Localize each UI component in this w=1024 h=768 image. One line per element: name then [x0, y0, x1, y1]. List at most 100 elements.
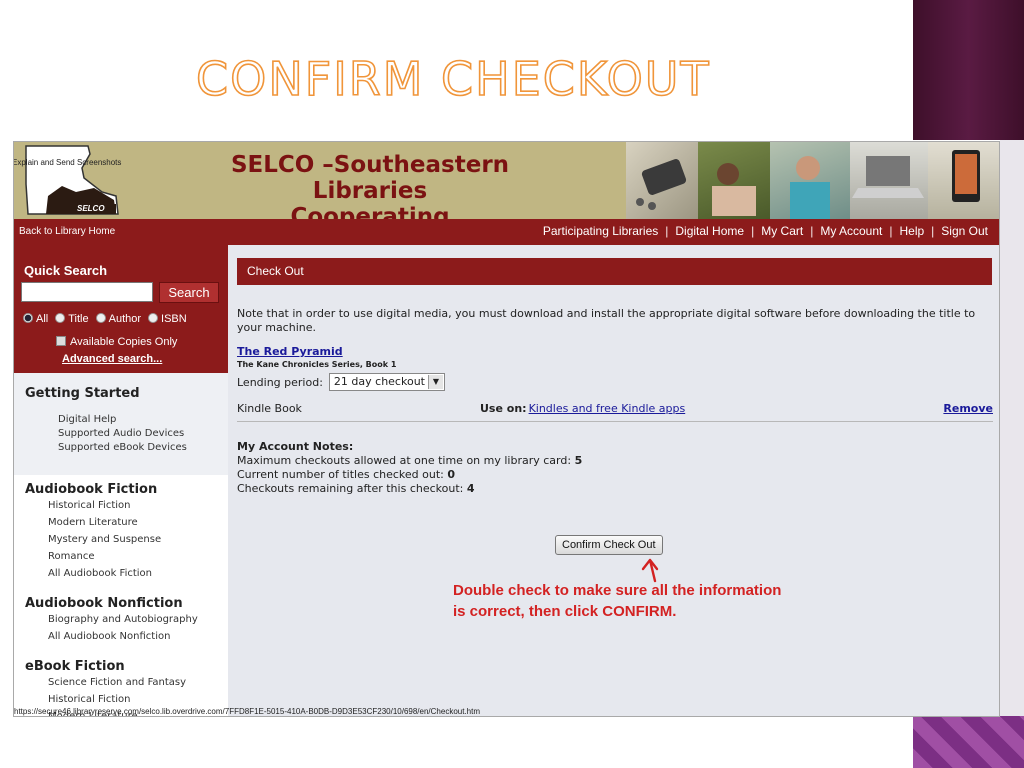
minnesota-map-logo — [25, 145, 119, 215]
chevron-down-icon: ▼ — [427, 375, 443, 389]
account-notes: My Account Notes: Maximum checkouts allo… — [237, 440, 582, 496]
audiobook-nonfiction-heading: Audiobook Nonfiction — [25, 596, 183, 611]
quick-search-panel: Quick Search Search All Title Author ISB… — [14, 245, 228, 373]
site-banner: Explain and Send Screenshots SELCO SELCO… — [14, 142, 999, 230]
sidebar-item-all-audiobook-fiction[interactable]: All Audiobook Fiction — [48, 565, 161, 582]
radio-selected-icon — [23, 313, 33, 323]
kindle-apps-link[interactable]: Kindles and free Kindle apps — [529, 402, 686, 415]
search-type-radios: All Title Author ISBN — [23, 313, 187, 325]
ereader-image — [928, 142, 999, 219]
use-on: Use on: Kindles and free Kindle apps — [480, 402, 685, 415]
slide-decoration-side — [1000, 140, 1024, 717]
audiobook-nonfiction-list: Biography and Autobiography All Audioboo… — [48, 611, 198, 645]
callout-line-1: Double check to make sure all the inform… — [453, 582, 782, 599]
boy-headphones-image — [770, 142, 850, 219]
remove-link[interactable]: Remove — [943, 402, 993, 415]
lending-period-select[interactable]: 21 day checkout ▼ — [328, 373, 445, 391]
getting-started-heading: Getting Started — [25, 386, 140, 401]
nav-participating-libraries[interactable]: Participating Libraries — [536, 224, 665, 238]
nav-sign-out[interactable]: Sign Out — [934, 224, 995, 238]
current-checkouts-label: Current number of titles checked out: — [237, 468, 448, 481]
checkbox-icon — [56, 336, 66, 346]
format-row: Kindle Book Use on: Kindles and free Kind… — [237, 399, 993, 422]
lending-period-row: Lending period: 21 day checkout ▼ — [237, 373, 445, 391]
slide-title: CONFIRM CHECKOUT — [195, 51, 711, 107]
getting-started-list: Digital Help Supported Audio Devices Sup… — [58, 413, 187, 455]
sidebar-item-historical-fiction[interactable]: Historical Fiction — [48, 497, 161, 514]
laptop-image — [850, 142, 928, 219]
top-navigation-bar: Back to Library Home Participating Libra… — [14, 219, 999, 245]
media-player-image — [626, 142, 698, 219]
audiobook-fiction-list: Historical Fiction Modern Literature Mys… — [48, 497, 161, 582]
radio-isbn[interactable]: ISBN — [148, 313, 187, 325]
slide-decoration-top — [913, 0, 1024, 140]
quick-search-button[interactable]: Search — [159, 282, 219, 303]
max-checkouts-line: Maximum checkouts allowed at one time on… — [237, 454, 582, 468]
max-checkouts-value: 5 — [574, 454, 583, 467]
sidebar-item-audio-devices[interactable]: Supported Audio Devices — [58, 427, 187, 441]
radio-author-label: Author — [108, 313, 142, 325]
sidebar-item-ebook-devices[interactable]: Supported eBook Devices — [58, 441, 187, 455]
current-checkouts-value: 0 — [447, 468, 456, 481]
nav-my-account[interactable]: My Account — [813, 224, 889, 238]
remaining-checkouts-value: 4 — [466, 482, 475, 495]
sidebar-item-modern-literature[interactable]: Modern Literature — [48, 514, 161, 531]
max-checkouts-label: Maximum checkouts allowed at one time on… — [237, 454, 575, 467]
available-copies-label: Available Copies Only — [70, 336, 178, 348]
lending-period-label: Lending period: — [237, 375, 323, 389]
checkout-main: Check Out Note that in order to use digi… — [228, 245, 999, 716]
radio-author[interactable]: Author — [95, 313, 142, 325]
browser-status-url: https://secure46.libraryreserve.com/selc… — [14, 707, 480, 716]
girl-reading-image — [698, 142, 770, 219]
radio-all-label: All — [36, 313, 49, 325]
callout-line-2: is correct, then click CONFIRM. — [453, 603, 677, 620]
quick-search-title: Quick Search — [24, 263, 108, 278]
nav-my-cart[interactable]: My Cart — [754, 224, 810, 238]
radio-title[interactable]: Title — [55, 313, 89, 325]
nav-help[interactable]: Help — [892, 224, 931, 238]
audiobook-fiction-heading: Audiobook Fiction — [25, 482, 158, 497]
radio-icon — [95, 313, 106, 323]
radio-title-label: Title — [68, 313, 89, 325]
format-name: Kindle Book — [237, 402, 302, 415]
nav-separator: | — [751, 224, 755, 238]
use-on-label: Use on: — [480, 402, 527, 415]
sidebar-item-biography[interactable]: Biography and Autobiography — [48, 611, 198, 628]
radio-icon — [148, 313, 159, 323]
book-title-link[interactable]: The Red Pyramid — [237, 345, 343, 358]
sidebar-item-digital-help[interactable]: Digital Help — [58, 413, 187, 427]
radio-icon — [55, 313, 66, 323]
sidebar-item-mystery-suspense[interactable]: Mystery and Suspense — [48, 531, 161, 548]
nav-separator: | — [665, 224, 669, 238]
nav-digital-home[interactable]: Digital Home — [668, 224, 751, 238]
account-notes-title: My Account Notes: — [237, 440, 354, 453]
instruction-callout: Double check to make sure all the inform… — [453, 580, 873, 622]
checkout-header: Check Out — [237, 258, 992, 285]
sidebar-item-all-audiobook-nonfiction[interactable]: All Audiobook Nonfiction — [48, 628, 198, 645]
nav-separator: | — [810, 224, 814, 238]
nav-links: Participating Libraries | Digital Home |… — [536, 224, 995, 238]
nav-separator: | — [931, 224, 935, 238]
remaining-checkouts-label: Checkouts remaining after this checkout: — [237, 482, 467, 495]
quick-search-input[interactable] — [21, 282, 153, 302]
slide-decoration-bottom — [913, 716, 1024, 768]
remaining-checkouts-line: Checkouts remaining after this checkout:… — [237, 482, 582, 496]
radio-all[interactable]: All — [23, 313, 48, 325]
selco-logo-text: SELCO — [77, 204, 105, 213]
explain-screenshot-link[interactable]: Explain and Send Screenshots — [14, 158, 121, 167]
ebook-fiction-heading: eBook Fiction — [25, 659, 125, 674]
available-copies-checkbox[interactable]: Available Copies Only — [56, 336, 177, 348]
radio-isbn-label: ISBN — [161, 313, 187, 325]
brand-line-1: SELCO –Southeastern Libraries — [230, 152, 510, 204]
left-sidebar: Quick Search Search All Title Author ISB… — [14, 245, 228, 716]
advanced-search-link[interactable]: Advanced search... — [62, 353, 162, 365]
software-note: Note that in order to use digital media,… — [237, 307, 976, 334]
sidebar-item-scifi-fantasy[interactable]: Science Fiction and Fantasy — [48, 674, 186, 691]
nav-separator: | — [889, 224, 893, 238]
confirm-checkout-button[interactable]: Confirm Check Out — [555, 535, 663, 555]
current-checkouts-line: Current number of titles checked out: 0 — [237, 468, 582, 482]
book-series: The Kane Chronicles Series, Book 1 — [237, 360, 397, 369]
back-to-library-link[interactable]: Back to Library Home — [19, 226, 115, 237]
browser-screenshot: Explain and Send Screenshots SELCO SELCO… — [13, 141, 1000, 717]
sidebar-item-romance[interactable]: Romance — [48, 548, 161, 565]
